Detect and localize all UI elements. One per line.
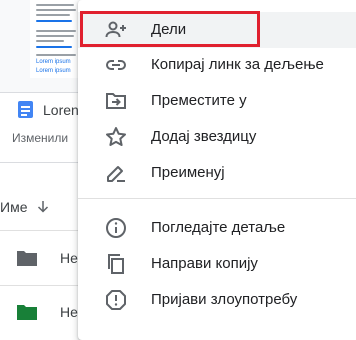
menu-item-view-details[interactable]: Погледајте детаље	[78, 210, 356, 246]
arrow-down-icon[interactable]	[34, 198, 52, 216]
menu-item-make-copy[interactable]: Направи копију	[78, 246, 356, 282]
file-row-name[interactable]: Не	[60, 250, 78, 266]
star-outline-icon	[104, 125, 128, 149]
menu-item-label: Копирај линк за дељење	[151, 56, 324, 73]
menu-item-copy-link[interactable]: Копирај линк за дељење	[78, 47, 356, 83]
menu-item-rename[interactable]: Преименуј	[78, 155, 356, 191]
move-to-folder-icon	[104, 89, 128, 113]
menu-item-label: Дели	[151, 21, 187, 38]
copy-icon	[104, 252, 128, 276]
google-docs-icon	[18, 101, 33, 118]
doc-thumbnail: Lorem ipsum Lorem ipsum	[0, 0, 88, 93]
menu-item-move-to[interactable]: Преместите у	[78, 83, 356, 119]
text-line	[36, 9, 76, 11]
doc-link-text: Lorem ipsum	[36, 68, 71, 74]
menu-item-label: Направи копију	[151, 255, 258, 272]
text-line	[36, 40, 64, 42]
file-row-name[interactable]: Не	[60, 304, 78, 320]
pencil-icon	[104, 161, 128, 185]
report-icon	[104, 288, 128, 312]
info-icon	[104, 216, 128, 240]
menu-item-add-star[interactable]: Додај звездицу	[78, 119, 356, 155]
context-menu: Дели Копирај линк за дељење Преместите у…	[78, 0, 356, 340]
menu-item-label: Преместите у	[151, 92, 247, 109]
text-line	[36, 54, 76, 56]
doc-link-text: Lorem ipsum	[36, 59, 71, 65]
text-line	[36, 20, 72, 22]
menu-separator	[78, 198, 356, 199]
menu-item-label: Погледајте детаље	[151, 219, 286, 236]
text-line	[36, 4, 74, 6]
menu-item-report-abuse[interactable]: Пријави злоупотребу	[78, 282, 356, 318]
text-line	[36, 46, 72, 48]
sort-by-name-label[interactable]: Име	[0, 199, 27, 215]
text-line	[36, 30, 76, 32]
folder-icon	[17, 305, 37, 320]
menu-item-share[interactable]: Дели	[78, 12, 356, 48]
menu-item-label: Преименуј	[151, 164, 225, 181]
menu-item-label: Додај звездицу	[151, 128, 257, 145]
folder-icon	[17, 251, 37, 266]
person-add-icon	[104, 18, 128, 42]
file-card-title: Loren	[43, 102, 79, 118]
text-line	[36, 14, 70, 16]
link-icon	[104, 53, 128, 77]
file-card-subtitle: Изменили	[12, 131, 69, 145]
file-card[interactable]: Lorem ipsum Lorem ipsum Loren Изменили	[0, 0, 89, 163]
doc-page-preview: Lorem ipsum Lorem ipsum	[30, 0, 82, 78]
menu-item-label: Пријави злоупотребу	[151, 291, 298, 308]
text-line	[36, 35, 74, 37]
